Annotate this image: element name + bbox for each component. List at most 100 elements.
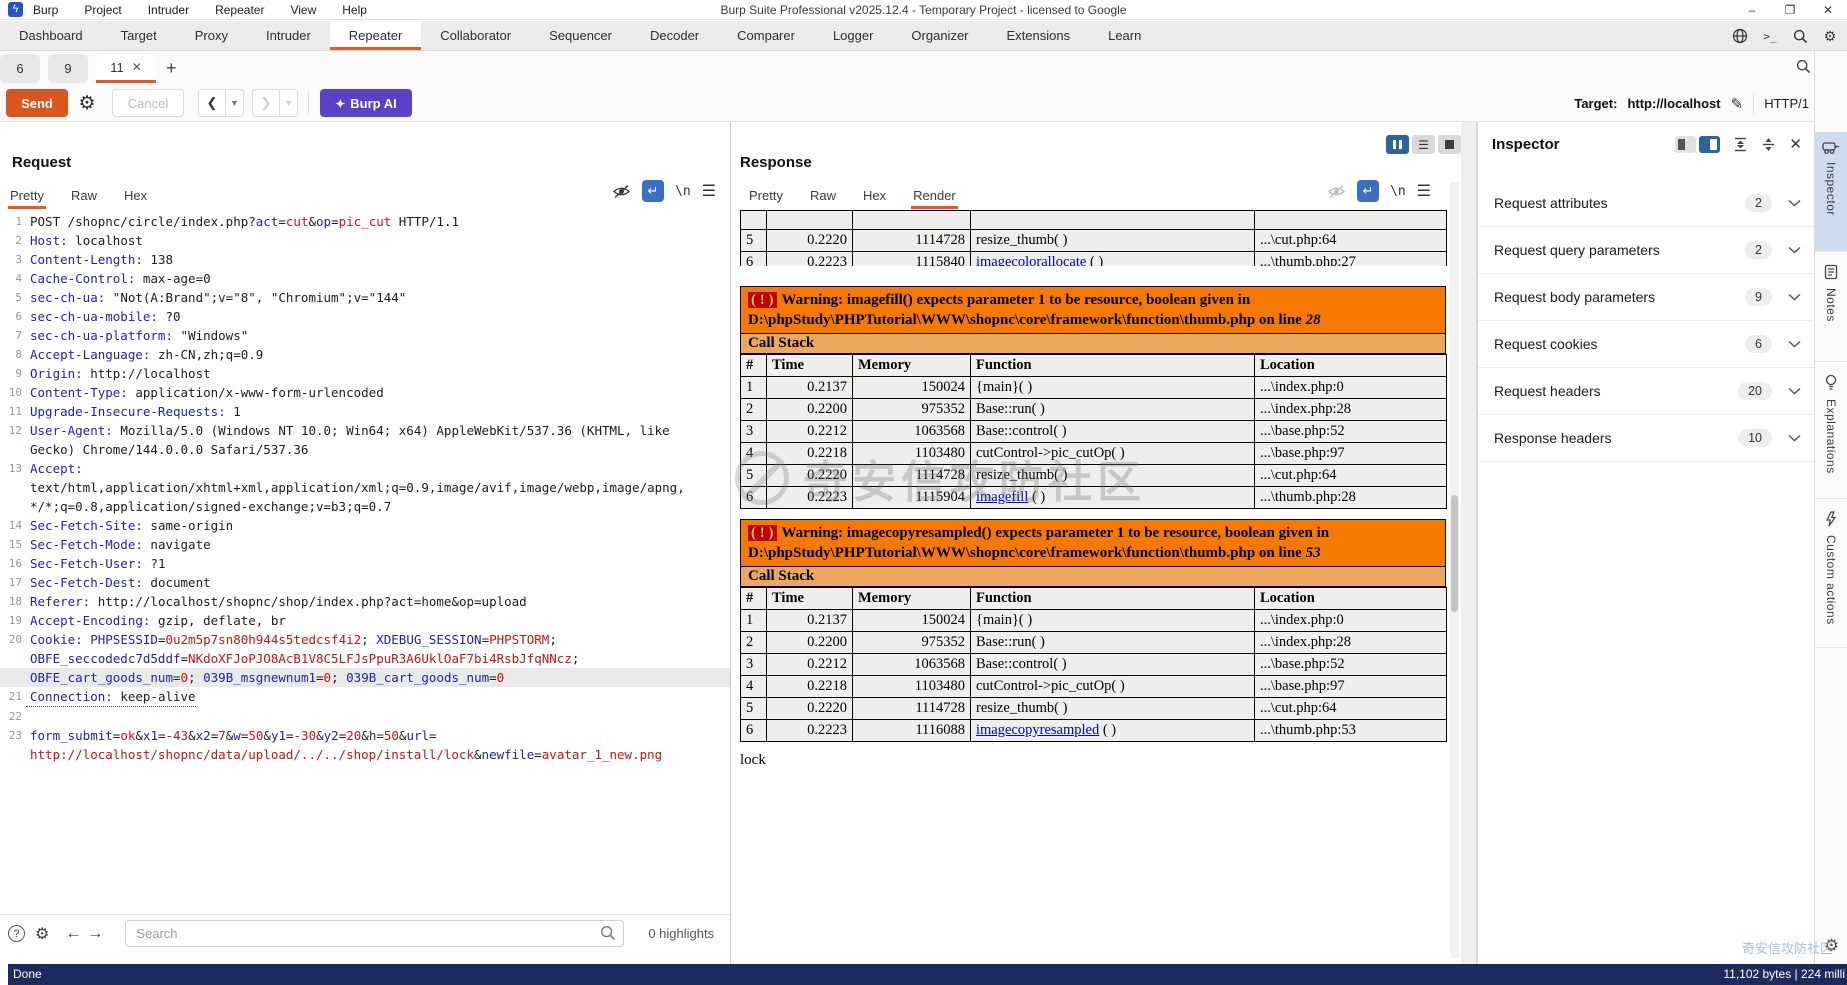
- close-inspector-icon[interactable]: ✕: [1789, 135, 1802, 153]
- http-version-selector[interactable]: HTTP/1: [1764, 96, 1809, 111]
- chevron-down-icon[interactable]: [1788, 434, 1801, 442]
- close-icon[interactable]: ✕: [1809, 3, 1847, 17]
- request-line: 23form_submit=ok&x1=-43&x2=7&w=50&y1=-30…: [0, 726, 730, 745]
- editor-menu-icon[interactable]: ☰: [1417, 181, 1431, 201]
- php-function-link[interactable]: imagecolorallocate: [976, 254, 1086, 266]
- menu-burp[interactable]: Burp: [33, 3, 58, 17]
- chevron-down-icon[interactable]: [1788, 293, 1801, 301]
- gear-icon[interactable]: ⚙: [1821, 27, 1839, 45]
- inspector-row-request-headers[interactable]: Request headers20: [1478, 368, 1815, 415]
- tab-collaborator[interactable]: Collaborator: [421, 21, 530, 50]
- response-tab-render[interactable]: Render: [913, 188, 956, 207]
- expand-all-icon[interactable]: [1733, 137, 1748, 152]
- cancel-button[interactable]: Cancel: [112, 89, 184, 117]
- php-warning-block: ( ! )Warning: imagecopyresampled() expec…: [740, 519, 1446, 742]
- response-scrollbar[interactable]: [1450, 182, 1459, 958]
- inspector-row-response-headers[interactable]: Response headers10: [1478, 415, 1815, 462]
- soft-wrap-icon[interactable]: ↵: [642, 180, 664, 202]
- tab-sequencer[interactable]: Sequencer: [530, 21, 631, 50]
- menu-intruder[interactable]: Intruder: [148, 3, 189, 17]
- chevron-down-icon[interactable]: [1788, 387, 1801, 395]
- dock-right-icon[interactable]: [1699, 136, 1720, 153]
- tab-comparer[interactable]: Comparer: [718, 21, 814, 50]
- response-tab-hex[interactable]: Hex: [863, 188, 886, 207]
- prev-match-arrow-icon[interactable]: ←: [65, 925, 81, 943]
- tab-dashboard[interactable]: Dashboard: [0, 21, 102, 50]
- inspector-row-request-cookies[interactable]: Request cookies6: [1478, 321, 1815, 368]
- request-tab-hex[interactable]: Hex: [124, 188, 147, 207]
- repeater-tab-11[interactable]: 11✕: [96, 54, 156, 83]
- panel-splitter[interactable]: [1461, 122, 1477, 964]
- editor-menu-icon[interactable]: ☰: [702, 181, 716, 201]
- response-tab-pretty[interactable]: Pretty: [749, 188, 783, 207]
- scrollbar-thumb[interactable]: [1451, 495, 1458, 612]
- dock-left-icon[interactable]: [1675, 136, 1696, 153]
- php-function-link[interactable]: imagecopyresampled: [976, 722, 1099, 738]
- show-newlines-icon[interactable]: \n: [675, 184, 691, 199]
- repeater-tab-6[interactable]: 6: [0, 54, 40, 83]
- inspector-row-request-query-parameters[interactable]: Request query parameters2: [1478, 227, 1815, 274]
- chevron-down-icon[interactable]: [1788, 246, 1801, 254]
- help-icon[interactable]: ?: [8, 925, 25, 942]
- menu-project[interactable]: Project: [84, 3, 121, 17]
- add-tab-button[interactable]: +: [166, 54, 177, 83]
- layout-columns-icon[interactable]: [1386, 135, 1409, 154]
- menu-help[interactable]: Help: [342, 3, 367, 17]
- layout-single-icon[interactable]: [1438, 135, 1461, 154]
- minimize-icon[interactable]: –: [1733, 3, 1771, 17]
- search-icon[interactable]: [1796, 59, 1811, 74]
- layout-rows-icon[interactable]: ☰: [1412, 135, 1435, 154]
- tab-logger[interactable]: Logger: [814, 21, 892, 50]
- burp-ai-button[interactable]: ✦Burp AI: [320, 89, 412, 117]
- forward-dropdown-icon[interactable]: ▼: [280, 89, 298, 117]
- send-settings-gear-icon[interactable]: ⚙: [74, 89, 100, 117]
- close-tab-icon[interactable]: ✕: [132, 60, 142, 74]
- php-function-link[interactable]: imagefill: [976, 489, 1028, 505]
- search-input[interactable]: [125, 920, 624, 947]
- inspector-row-request-body-parameters[interactable]: Request body parameters9: [1478, 274, 1815, 321]
- stack-time-cell: 0.2220: [767, 230, 853, 252]
- response-tab-raw[interactable]: Raw: [810, 188, 836, 207]
- back-button[interactable]: ❮: [198, 89, 226, 117]
- tab-learn[interactable]: Learn: [1089, 21, 1160, 50]
- menu-view[interactable]: View: [290, 3, 316, 17]
- globe-icon[interactable]: [1731, 27, 1749, 45]
- settings-gear-icon[interactable]: ⚙: [1815, 936, 1847, 956]
- strip-tab-inspector[interactable]: Inspector: [1815, 132, 1847, 252]
- repeater-tab-9[interactable]: 9: [48, 54, 88, 83]
- request-editor[interactable]: 1POST /shopnc/circle/index.php?act=cut&o…: [0, 212, 730, 912]
- strip-tab-explanations[interactable]: Explanations: [1815, 366, 1847, 499]
- stack-location-cell: ...\thumb.php:53: [1255, 720, 1447, 742]
- request-tab-pretty[interactable]: Pretty: [10, 188, 44, 207]
- tab-decoder[interactable]: Decoder: [631, 21, 718, 50]
- back-dropdown-icon[interactable]: ▼: [226, 89, 244, 117]
- strip-tab-custom-actions[interactable]: Custom actions: [1815, 503, 1847, 648]
- next-match-arrow-icon[interactable]: →: [87, 925, 103, 943]
- tab-repeater[interactable]: Repeater: [330, 21, 421, 50]
- request-line: 5sec-ch-ua: "Not(A:Brand";v="8", "Chromi…: [0, 288, 730, 307]
- tab-target[interactable]: Target: [102, 21, 176, 50]
- forward-button[interactable]: ❯: [252, 89, 280, 117]
- tab-intruder[interactable]: Intruder: [247, 21, 330, 50]
- chevron-down-icon[interactable]: [1788, 199, 1801, 207]
- tab-proxy[interactable]: Proxy: [176, 21, 247, 50]
- request-line: 13Accept:: [0, 459, 730, 478]
- terminal-icon[interactable]: >_: [1761, 27, 1779, 45]
- maximize-icon[interactable]: ❐: [1771, 3, 1809, 17]
- hide-matches-icon[interactable]: [612, 184, 631, 199]
- edit-target-pencil-icon[interactable]: ✎: [1731, 95, 1744, 113]
- strip-tab-notes[interactable]: Notes: [1815, 256, 1847, 362]
- tab-organizer[interactable]: Organizer: [892, 21, 987, 50]
- hide-matches-icon[interactable]: [1327, 184, 1346, 199]
- inspector-row-request-attributes[interactable]: Request attributes2: [1478, 180, 1815, 227]
- request-tab-raw[interactable]: Raw: [71, 188, 97, 207]
- soft-wrap-icon[interactable]: ↵: [1357, 180, 1379, 202]
- show-newlines-icon[interactable]: \n: [1390, 184, 1406, 199]
- send-button[interactable]: Send: [6, 89, 68, 117]
- menu-repeater[interactable]: Repeater: [215, 3, 264, 17]
- collapse-all-icon[interactable]: [1761, 137, 1776, 152]
- tab-extensions[interactable]: Extensions: [988, 21, 1090, 50]
- search-icon[interactable]: [1791, 27, 1809, 45]
- chevron-down-icon[interactable]: [1788, 340, 1801, 348]
- search-settings-gear-icon[interactable]: ⚙: [35, 924, 49, 944]
